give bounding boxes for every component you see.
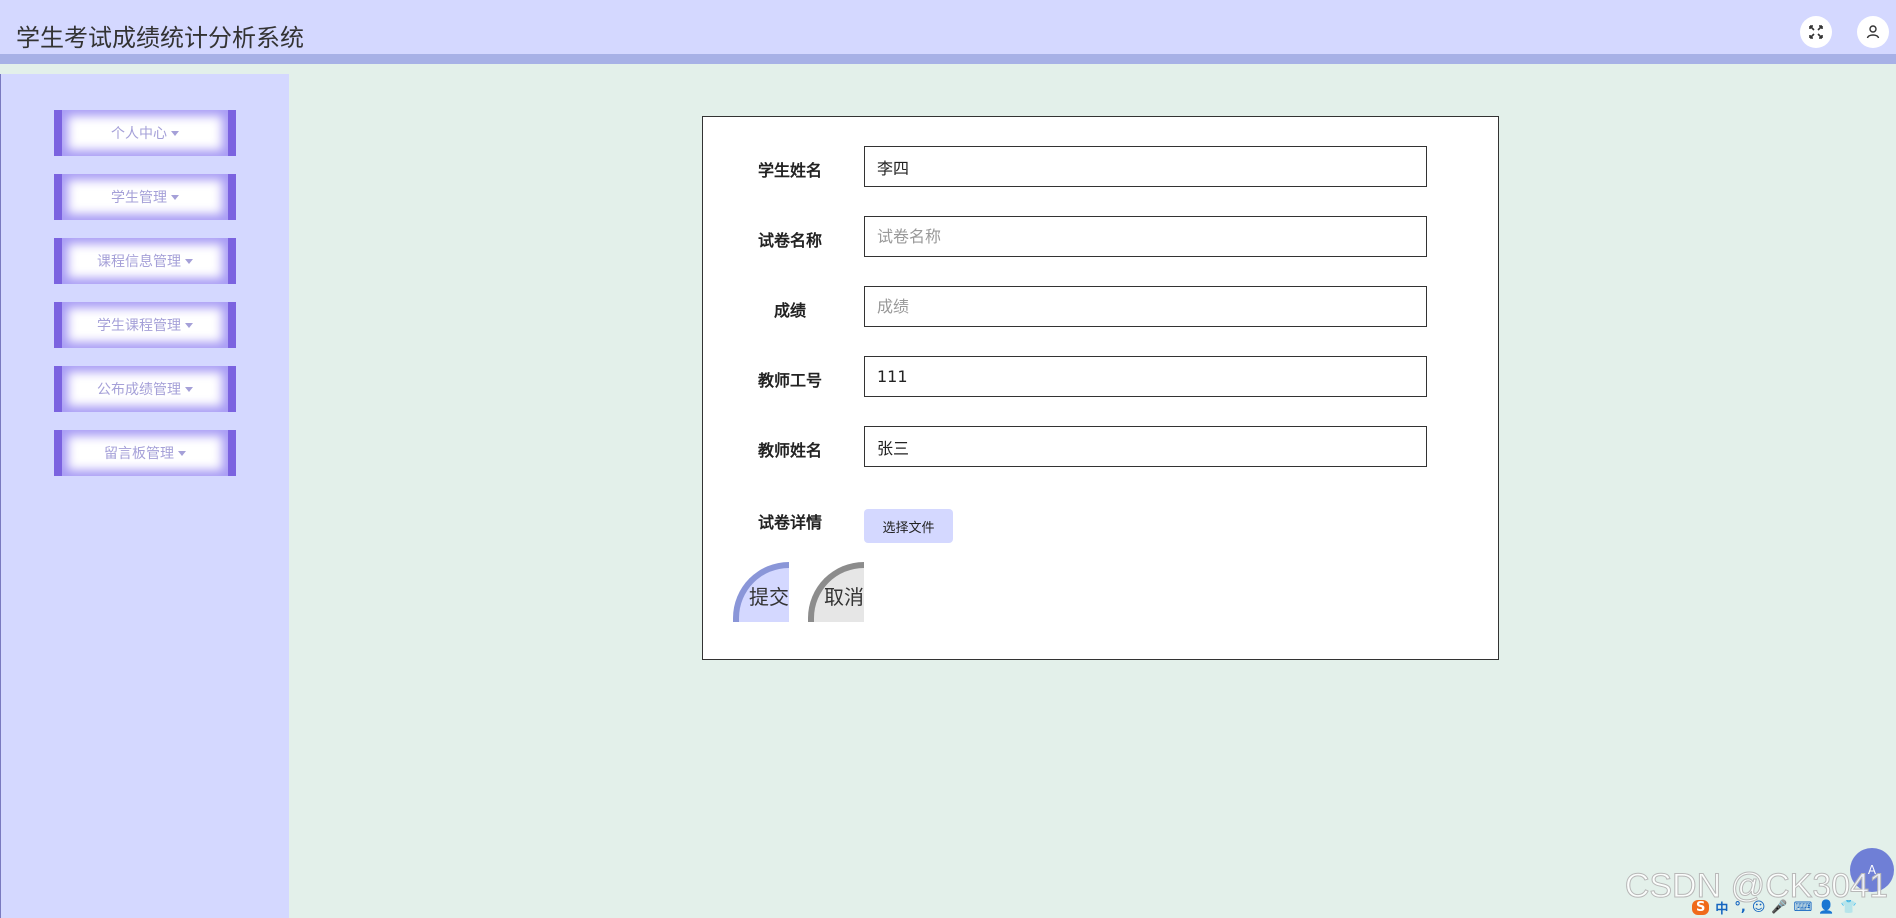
student-name-label: 学生姓名 [757, 161, 822, 180]
paper-name-label: 试卷名称 [757, 231, 822, 250]
sidebar-item-personal-center[interactable]: 个人中心 [54, 110, 236, 156]
ime-toolbar: S 中 °, ☺ 🎤 ⌨ 👤 👕 [1686, 896, 1896, 918]
ime-voice-icon[interactable]: 🎤 [1771, 900, 1787, 915]
ime-keyboard-icon[interactable]: ⌨ [1794, 900, 1813, 915]
teacher-name-input[interactable] [864, 426, 1427, 467]
paper-name-input[interactable] [864, 216, 1427, 257]
sidebar-item-label: 留言板管理 [104, 446, 174, 462]
caret-down-icon [185, 322, 193, 328]
sidebar-item-message-board[interactable]: 留言板管理 [54, 430, 236, 476]
sidebar-item-course-info[interactable]: 课程信息管理 [54, 238, 236, 284]
ime-chinese-mode[interactable]: 中 [1715, 898, 1728, 917]
cancel-button[interactable]: 取消 [808, 562, 864, 622]
caret-down-icon [171, 130, 179, 136]
score-label: 成绩 [773, 301, 806, 320]
ime-user-icon[interactable]: 👤 [1818, 900, 1834, 915]
submit-button-label: 提交 [749, 584, 789, 609]
sidebar-item-label: 个人中心 [111, 126, 167, 142]
student-name-input[interactable] [864, 146, 1427, 187]
score-input[interactable] [864, 286, 1427, 327]
caret-down-icon [171, 194, 179, 200]
sidebar: 个人中心 学生管理 课程信息管理 学生课程管理 公布成绩管理 留言板管理 [0, 74, 289, 918]
sidebar-item-student-management[interactable]: 学生管理 [54, 174, 236, 220]
cancel-button-label: 取消 [824, 584, 864, 609]
ime-logo-icon[interactable]: S [1692, 899, 1710, 915]
sidebar-item-label: 公布成绩管理 [97, 382, 181, 398]
caret-down-icon [185, 386, 193, 392]
caret-down-icon [185, 258, 193, 264]
teacher-name-label: 教师姓名 [757, 441, 822, 460]
sidebar-item-publish-scores[interactable]: 公布成绩管理 [54, 366, 236, 412]
user-icon-glyph [1866, 25, 1880, 39]
sidebar-item-label: 课程信息管理 [97, 254, 181, 270]
paper-detail-label: 试卷详情 [757, 513, 822, 532]
submit-button[interactable]: 提交 [733, 562, 789, 622]
sidebar-item-student-course[interactable]: 学生课程管理 [54, 302, 236, 348]
sidebar-item-label: 学生课程管理 [97, 318, 181, 334]
expand-icon-glyph [1809, 25, 1823, 39]
teacher-id-label: 教师工号 [757, 371, 822, 390]
score-form: 学生姓名 试卷名称 成绩 教师工号 教师姓名 试卷详情 选择文件 提交 取消 [702, 116, 1499, 660]
caret-down-icon [178, 450, 186, 456]
choose-file-button[interactable]: 选择文件 [864, 509, 953, 543]
teacher-id-input[interactable] [864, 356, 1427, 397]
top-header: 学生考试成绩统计分析系统 [0, 0, 1896, 64]
ime-emoji-icon[interactable]: ☺ [1752, 900, 1766, 915]
sidebar-item-label: 学生管理 [111, 190, 167, 206]
ime-skin-icon[interactable]: 👕 [1841, 900, 1857, 915]
expand-icon[interactable] [1800, 16, 1832, 48]
app-title: 学生考试成绩统计分析系统 [16, 24, 304, 52]
user-icon[interactable] [1857, 16, 1889, 48]
ime-punctuation-icon[interactable]: °, [1734, 900, 1745, 915]
